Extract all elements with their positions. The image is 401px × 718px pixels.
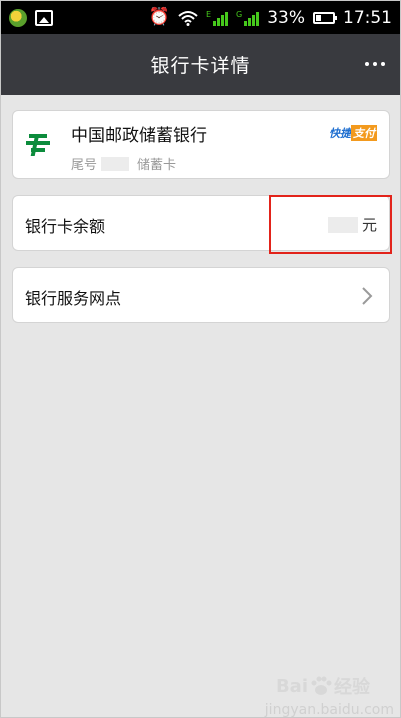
alarm-icon: ⏰ — [148, 7, 170, 27]
balance-label: 银行卡余额 — [25, 217, 106, 236]
highlight-annotation-box — [269, 195, 392, 254]
wifi-icon — [178, 10, 198, 26]
watermark-brand-tail: 经验 — [334, 677, 370, 698]
chevron-right-icon — [362, 287, 373, 305]
status-bar: ⏰ E G 33% 17:51 — [1, 1, 400, 34]
card-type: 储蓄卡 — [137, 158, 177, 173]
signal-1-icon: E — [206, 10, 228, 26]
signal-2-icon: G — [236, 9, 260, 26]
watermark-site: jingyan.baidu.com — [264, 702, 394, 718]
app-notification-icon — [9, 8, 27, 27]
quickpay-badge-left: 快捷 — [329, 127, 351, 140]
watermark-brand: Bai — [275, 675, 308, 697]
more-dot-icon — [381, 62, 385, 66]
network-type-2: G — [236, 9, 243, 19]
more-dot-icon — [365, 62, 369, 66]
service-label: 银行服务网点 — [25, 289, 122, 308]
masked-tail-number — [101, 156, 130, 171]
watermark: Bai 经验 — [276, 673, 370, 699]
battery-percent: 33% — [267, 7, 305, 28]
paw-icon — [311, 676, 332, 695]
more-dot-icon — [373, 62, 377, 66]
network-type-1: E — [205, 9, 211, 19]
tail-number-label: 尾号 — [71, 158, 98, 173]
bank-service-outlets-row[interactable]: 银行服务网点 — [12, 267, 390, 323]
card-subtitle: 尾号 储蓄卡 — [71, 154, 176, 173]
quickpay-badge-right: 支付 — [351, 125, 377, 141]
gallery-notification-icon — [35, 9, 53, 26]
more-options-button[interactable] — [360, 52, 390, 76]
clock: 17:51 — [343, 7, 392, 28]
title-bar: 银行卡详情 — [1, 34, 400, 95]
status-bar-right: ⏰ E G 33% 17:51 — [149, 8, 392, 28]
battery-icon — [313, 11, 337, 24]
postal-bank-logo-icon — [26, 134, 50, 156]
bank-card-info: 中国邮政储蓄银行 尾号 储蓄卡 快捷 支付 — [12, 110, 390, 179]
page-title: 银行卡详情 — [150, 55, 251, 77]
status-bar-left — [9, 8, 53, 27]
bank-name: 中国邮政储蓄银行 — [71, 126, 207, 146]
quickpay-badge: 快捷 支付 — [329, 125, 377, 141]
